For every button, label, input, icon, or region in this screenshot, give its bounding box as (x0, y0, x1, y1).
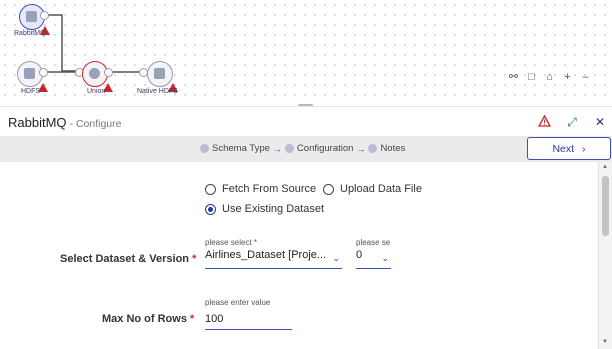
max-rows-input[interactable]: 100 (205, 310, 292, 330)
version-hint: please se (356, 238, 391, 247)
canvas-toolbar: ⚯ □ ⌂ + – (506, 70, 593, 85)
step-schema-type[interactable]: Schema Type (212, 143, 270, 154)
max-rows-hint: please enter value (205, 298, 271, 307)
node-label-native-hdfs: Native HDFS (137, 88, 178, 95)
chevron-down-icon: ⌄ (381, 253, 389, 263)
step-configuration[interactable]: Configuration (297, 143, 354, 154)
hdfs-icon (24, 68, 35, 79)
panel-title: RabbitMQ - Configure (8, 115, 121, 130)
version-select[interactable]: 0 ⌄ (356, 249, 391, 269)
radio-use-existing-dataset[interactable]: Use Existing Dataset (205, 203, 324, 215)
native-hdfs-icon (154, 68, 165, 79)
dataset-version-label: Select Dataset & Version * (60, 253, 196, 265)
configure-form: Fetch From Source Upload Data File Use E… (0, 162, 612, 349)
radio-button[interactable] (323, 183, 334, 195)
chevron-right-icon: › (582, 142, 586, 155)
scroll-thumb[interactable] (602, 176, 609, 236)
step-arrow: → (272, 143, 282, 154)
version-select-value: 0 (356, 249, 363, 261)
required-marker: * (190, 313, 195, 325)
dataset-version-label-text: Select Dataset & Version (60, 253, 190, 265)
expand-icon[interactable]: ⤢ (565, 115, 579, 129)
configure-header: RabbitMQ - Configure ⤢ ✕ (0, 106, 612, 136)
node-label-hdfs: HDFS (21, 88, 41, 95)
node-native-hdfs[interactable] (147, 61, 178, 92)
radio-upload-data-file[interactable]: Upload Data File (323, 183, 422, 195)
step-dot-icon (284, 144, 294, 153)
step-arrow: → (356, 143, 366, 154)
step-notes[interactable]: Notes (380, 143, 405, 154)
scroll-up-icon[interactable]: ▲ (602, 164, 608, 170)
zoom-out-icon[interactable]: – (578, 70, 593, 85)
radio-label: Fetch From Source (222, 183, 317, 195)
panel-subtitle: - Configure (69, 118, 122, 130)
radio-button[interactable] (205, 183, 216, 195)
radio-button[interactable] (205, 203, 216, 215)
union-icon (89, 68, 100, 79)
form-scrollbar[interactable]: ▲ ▼ (598, 162, 612, 349)
warning-icon[interactable] (537, 114, 551, 129)
panel-title-text: RabbitMQ (8, 115, 67, 130)
radio-fetch-from-source[interactable]: Fetch From Source (205, 183, 316, 195)
share-nodes-icon[interactable]: ⚯ (506, 70, 521, 85)
pipeline-canvas[interactable]: RabbitMQ HDFS Union Native HDFS ⚯ □ ⌂ + … (0, 0, 612, 104)
rabbitmq-icon (26, 11, 37, 22)
step-dot-icon (200, 144, 209, 153)
scroll-down-icon[interactable]: ▼ (602, 339, 608, 345)
steps-breadcrumb: Schema Type → Configuration → Notes (200, 143, 405, 154)
dataset-select[interactable]: Airlines_Dataset [Proje... ⌄ (205, 249, 342, 269)
required-marker: * (192, 253, 197, 265)
node-label-union: Union (87, 88, 106, 95)
close-icon[interactable]: ✕ (593, 115, 607, 129)
port-hdfs-out[interactable] (39, 68, 48, 77)
zoom-in-icon[interactable]: + (560, 70, 575, 85)
port-union-out[interactable] (104, 68, 113, 77)
home-icon[interactable]: ⌂ (542, 70, 557, 85)
chevron-down-icon: ⌄ (332, 253, 340, 263)
dataset-hint: please select * (205, 238, 258, 247)
dataset-select-value: Airlines_Dataset [Proje... (205, 249, 327, 261)
radio-label: Upload Data File (340, 183, 422, 195)
next-button-label: Next (552, 142, 575, 155)
node-label-rabbitmq: RabbitMQ (14, 30, 46, 37)
select-box-icon[interactable]: □ (524, 70, 539, 85)
radio-label: Use Existing Dataset (222, 203, 325, 215)
max-rows-label-text: Max No of Rows (102, 313, 187, 325)
step-dot-icon (368, 144, 378, 153)
port-rabbitmq-out[interactable] (40, 11, 49, 20)
steps-bar: Schema Type → Configuration → Notes (0, 136, 612, 162)
next-button[interactable]: Next › (527, 137, 611, 160)
max-rows-label: Max No of Rows * (102, 313, 194, 325)
